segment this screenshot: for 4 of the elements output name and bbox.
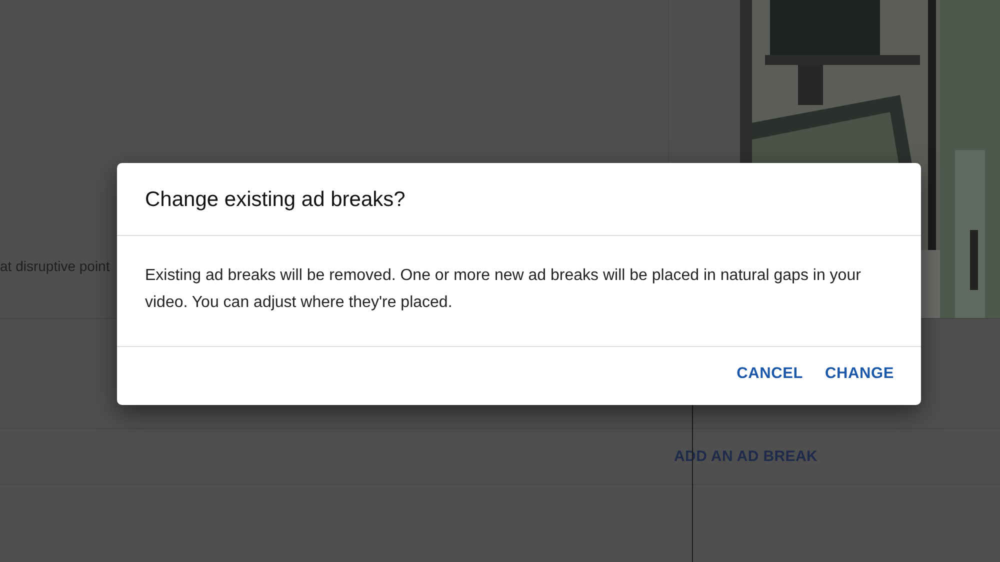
dialog-message: Existing ad breaks will be removed. One or more new ad breaks will be placed in natural gaps in your video. You can adjust where they're placed. xyxy=(145,266,862,313)
dialog-title: Change existing ad breaks? xyxy=(145,188,406,211)
dialog-button[interactable]: CHANGE xyxy=(816,357,903,391)
dialog-button[interactable]: CANCEL xyxy=(728,357,812,391)
